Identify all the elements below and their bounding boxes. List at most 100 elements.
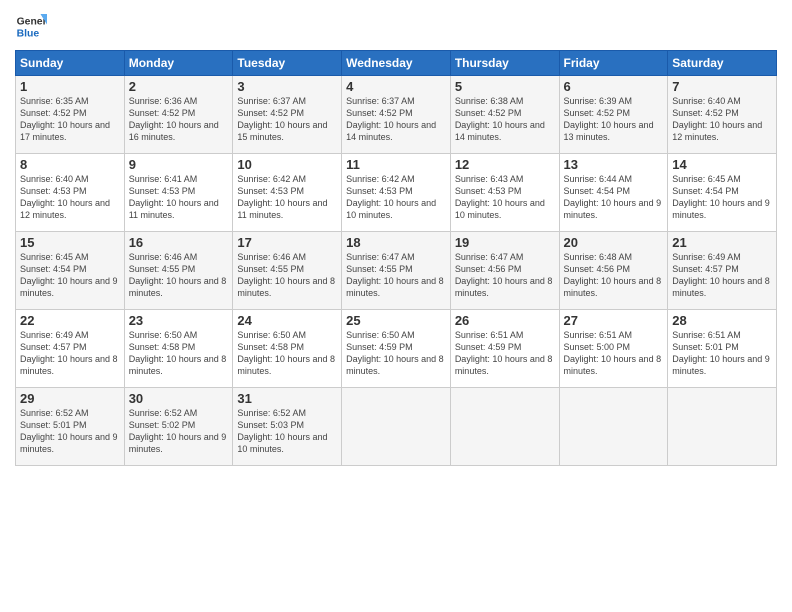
day-info: Sunrise: 6:47 AMSunset: 4:56 PMDaylight:… [455,252,553,298]
day-number: 19 [455,235,555,250]
day-number: 6 [564,79,664,94]
calendar-cell: 29 Sunrise: 6:52 AMSunset: 5:01 PMDaylig… [16,388,125,466]
calendar-cell: 8 Sunrise: 6:40 AMSunset: 4:53 PMDayligh… [16,154,125,232]
day-number: 23 [129,313,229,328]
calendar-cell [668,388,777,466]
day-number: 12 [455,157,555,172]
day-info: Sunrise: 6:46 AMSunset: 4:55 PMDaylight:… [237,252,335,298]
calendar-cell: 7 Sunrise: 6:40 AMSunset: 4:52 PMDayligh… [668,76,777,154]
calendar-cell: 28 Sunrise: 6:51 AMSunset: 5:01 PMDaylig… [668,310,777,388]
calendar-cell: 6 Sunrise: 6:39 AMSunset: 4:52 PMDayligh… [559,76,668,154]
calendar-cell [450,388,559,466]
day-number: 2 [129,79,229,94]
day-info: Sunrise: 6:37 AMSunset: 4:52 PMDaylight:… [237,96,327,142]
calendar-cell: 9 Sunrise: 6:41 AMSunset: 4:53 PMDayligh… [124,154,233,232]
day-header-monday: Monday [124,51,233,76]
day-info: Sunrise: 6:46 AMSunset: 4:55 PMDaylight:… [129,252,227,298]
day-number: 16 [129,235,229,250]
calendar-cell [559,388,668,466]
calendar-cell: 22 Sunrise: 6:49 AMSunset: 4:57 PMDaylig… [16,310,125,388]
header: General Blue [15,10,777,42]
calendar-header-row: SundayMondayTuesdayWednesdayThursdayFrid… [16,51,777,76]
calendar-cell: 11 Sunrise: 6:42 AMSunset: 4:53 PMDaylig… [342,154,451,232]
day-info: Sunrise: 6:52 AMSunset: 5:02 PMDaylight:… [129,408,227,454]
day-info: Sunrise: 6:39 AMSunset: 4:52 PMDaylight:… [564,96,654,142]
day-info: Sunrise: 6:45 AMSunset: 4:54 PMDaylight:… [20,252,118,298]
calendar-cell: 21 Sunrise: 6:49 AMSunset: 4:57 PMDaylig… [668,232,777,310]
calendar-cell: 26 Sunrise: 6:51 AMSunset: 4:59 PMDaylig… [450,310,559,388]
day-info: Sunrise: 6:48 AMSunset: 4:56 PMDaylight:… [564,252,662,298]
day-number: 5 [455,79,555,94]
calendar-cell: 30 Sunrise: 6:52 AMSunset: 5:02 PMDaylig… [124,388,233,466]
day-number: 3 [237,79,337,94]
day-info: Sunrise: 6:52 AMSunset: 5:01 PMDaylight:… [20,408,118,454]
day-number: 10 [237,157,337,172]
calendar-cell: 14 Sunrise: 6:45 AMSunset: 4:54 PMDaylig… [668,154,777,232]
calendar-cell [342,388,451,466]
calendar-week-1: 1 Sunrise: 6:35 AMSunset: 4:52 PMDayligh… [16,76,777,154]
svg-text:Blue: Blue [17,28,40,39]
calendar-cell: 24 Sunrise: 6:50 AMSunset: 4:58 PMDaylig… [233,310,342,388]
day-number: 7 [672,79,772,94]
day-info: Sunrise: 6:40 AMSunset: 4:53 PMDaylight:… [20,174,110,220]
day-info: Sunrise: 6:49 AMSunset: 4:57 PMDaylight:… [20,330,118,376]
day-info: Sunrise: 6:51 AMSunset: 5:01 PMDaylight:… [672,330,770,376]
day-info: Sunrise: 6:51 AMSunset: 4:59 PMDaylight:… [455,330,553,376]
day-number: 22 [20,313,120,328]
calendar-cell: 31 Sunrise: 6:52 AMSunset: 5:03 PMDaylig… [233,388,342,466]
day-info: Sunrise: 6:42 AMSunset: 4:53 PMDaylight:… [237,174,327,220]
day-info: Sunrise: 6:43 AMSunset: 4:53 PMDaylight:… [455,174,545,220]
calendar-cell: 1 Sunrise: 6:35 AMSunset: 4:52 PMDayligh… [16,76,125,154]
day-number: 30 [129,391,229,406]
calendar-cell: 16 Sunrise: 6:46 AMSunset: 4:55 PMDaylig… [124,232,233,310]
day-number: 27 [564,313,664,328]
day-number: 18 [346,235,446,250]
logo: General Blue [15,10,47,42]
day-info: Sunrise: 6:49 AMSunset: 4:57 PMDaylight:… [672,252,770,298]
svg-text:General: General [17,16,47,27]
day-info: Sunrise: 6:51 AMSunset: 5:00 PMDaylight:… [564,330,662,376]
day-number: 28 [672,313,772,328]
calendar-cell: 10 Sunrise: 6:42 AMSunset: 4:53 PMDaylig… [233,154,342,232]
day-info: Sunrise: 6:35 AMSunset: 4:52 PMDaylight:… [20,96,110,142]
day-info: Sunrise: 6:52 AMSunset: 5:03 PMDaylight:… [237,408,327,454]
day-info: Sunrise: 6:38 AMSunset: 4:52 PMDaylight:… [455,96,545,142]
day-number: 8 [20,157,120,172]
calendar-cell: 18 Sunrise: 6:47 AMSunset: 4:55 PMDaylig… [342,232,451,310]
day-info: Sunrise: 6:47 AMSunset: 4:55 PMDaylight:… [346,252,444,298]
day-number: 24 [237,313,337,328]
calendar-week-2: 8 Sunrise: 6:40 AMSunset: 4:53 PMDayligh… [16,154,777,232]
day-info: Sunrise: 6:50 AMSunset: 4:58 PMDaylight:… [129,330,227,376]
calendar-cell: 3 Sunrise: 6:37 AMSunset: 4:52 PMDayligh… [233,76,342,154]
day-header-saturday: Saturday [668,51,777,76]
day-number: 14 [672,157,772,172]
day-info: Sunrise: 6:50 AMSunset: 4:59 PMDaylight:… [346,330,444,376]
calendar-cell: 12 Sunrise: 6:43 AMSunset: 4:53 PMDaylig… [450,154,559,232]
calendar-week-3: 15 Sunrise: 6:45 AMSunset: 4:54 PMDaylig… [16,232,777,310]
day-number: 11 [346,157,446,172]
day-header-friday: Friday [559,51,668,76]
calendar-cell: 4 Sunrise: 6:37 AMSunset: 4:52 PMDayligh… [342,76,451,154]
day-header-thursday: Thursday [450,51,559,76]
calendar-cell: 17 Sunrise: 6:46 AMSunset: 4:55 PMDaylig… [233,232,342,310]
calendar-week-4: 22 Sunrise: 6:49 AMSunset: 4:57 PMDaylig… [16,310,777,388]
day-header-wednesday: Wednesday [342,51,451,76]
day-number: 31 [237,391,337,406]
calendar-cell: 15 Sunrise: 6:45 AMSunset: 4:54 PMDaylig… [16,232,125,310]
calendar-cell: 2 Sunrise: 6:36 AMSunset: 4:52 PMDayligh… [124,76,233,154]
day-header-tuesday: Tuesday [233,51,342,76]
calendar-cell: 13 Sunrise: 6:44 AMSunset: 4:54 PMDaylig… [559,154,668,232]
day-info: Sunrise: 6:45 AMSunset: 4:54 PMDaylight:… [672,174,770,220]
day-info: Sunrise: 6:50 AMSunset: 4:58 PMDaylight:… [237,330,335,376]
calendar-cell: 23 Sunrise: 6:50 AMSunset: 4:58 PMDaylig… [124,310,233,388]
calendar-body: 1 Sunrise: 6:35 AMSunset: 4:52 PMDayligh… [16,76,777,466]
calendar-cell: 20 Sunrise: 6:48 AMSunset: 4:56 PMDaylig… [559,232,668,310]
day-number: 1 [20,79,120,94]
day-info: Sunrise: 6:41 AMSunset: 4:53 PMDaylight:… [129,174,219,220]
calendar-cell: 27 Sunrise: 6:51 AMSunset: 5:00 PMDaylig… [559,310,668,388]
logo-icon: General Blue [15,10,47,42]
day-number: 20 [564,235,664,250]
day-number: 26 [455,313,555,328]
day-info: Sunrise: 6:37 AMSunset: 4:52 PMDaylight:… [346,96,436,142]
day-number: 29 [20,391,120,406]
